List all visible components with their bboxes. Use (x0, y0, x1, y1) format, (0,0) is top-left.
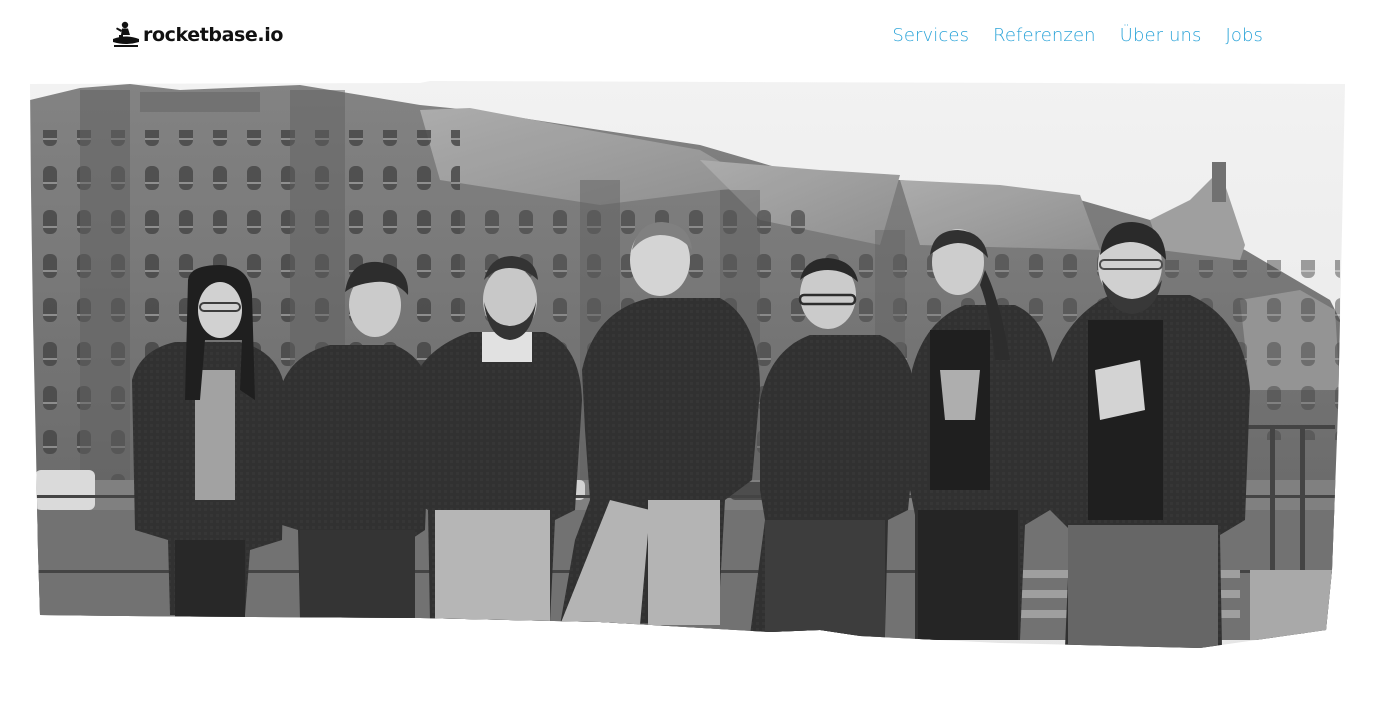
page: rocketbase.io Services Referenzen Über u… (0, 0, 1375, 718)
main-nav: Services Referenzen Über uns Jobs (892, 22, 1263, 50)
rocket-rider-icon (113, 21, 139, 47)
nav-link-services[interactable]: Services (892, 22, 969, 50)
logo-text: rocketbase.io (143, 24, 283, 46)
logo-link[interactable]: rocketbase.io (111, 19, 283, 51)
nav-link-ueber-uns[interactable]: Über uns (1120, 22, 1202, 50)
nav-link-referenzen[interactable]: Referenzen (993, 22, 1096, 50)
nav-link-jobs[interactable]: Jobs (1225, 22, 1263, 50)
team-photo (30, 81, 1345, 648)
site-header: rocketbase.io Services Referenzen Über u… (0, 0, 1375, 72)
hero-section (0, 70, 1375, 660)
